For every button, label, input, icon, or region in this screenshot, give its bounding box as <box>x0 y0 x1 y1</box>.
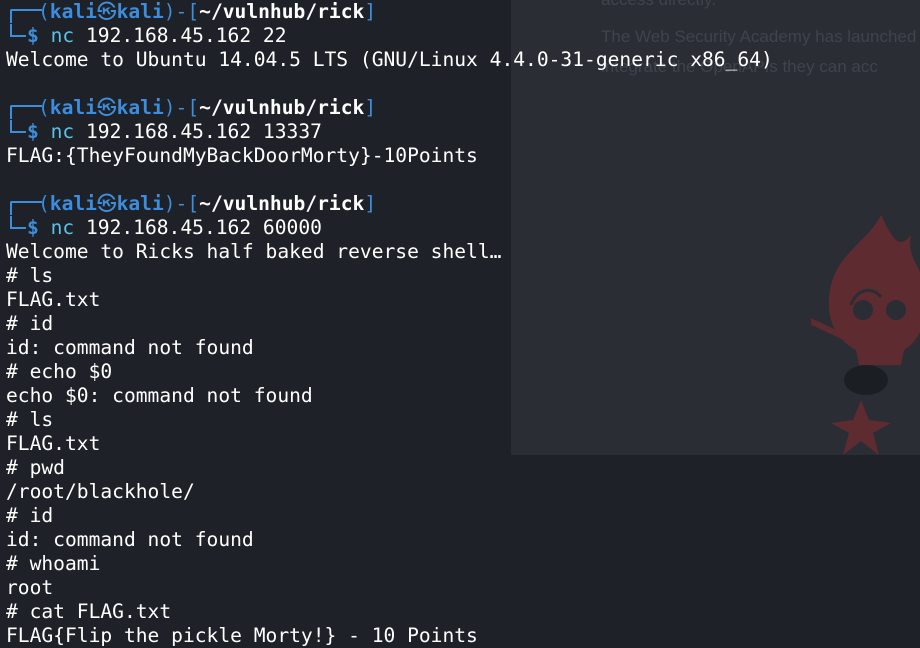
output-line: # ls <box>6 264 54 287</box>
prompt-frame-bottom <box>10 120 26 133</box>
command-line: $ nc 192.168.45.162 13337 <box>27 120 322 143</box>
command-args: 192.168.45.162 13337 <box>85 120 322 143</box>
output-line: # cat FLAG.txt <box>6 600 172 623</box>
command-args: 192.168.45.162 60000 <box>85 216 322 239</box>
output-line: # id <box>6 504 54 527</box>
command-name: nc <box>50 120 75 143</box>
output-line: FLAG{Flip the pickle Morty!} - 10 Points <box>6 624 478 647</box>
prompt-frame-bottom <box>10 24 26 37</box>
prompt-line: (kali㉿kali)-[~/vulnhub/rick] <box>38 96 377 119</box>
output-line: FLAG.txt <box>6 432 101 455</box>
command-name: nc <box>50 24 75 47</box>
output-line: # id <box>6 312 54 335</box>
command-name: nc <box>50 216 75 239</box>
command-line: $ nc 192.168.45.162 60000 <box>27 216 322 239</box>
output-line: /root/blackhole/ <box>6 480 195 503</box>
output-line: # whoami <box>6 552 101 575</box>
kali-dragon-icon: ㉿ <box>96 192 117 215</box>
output-line: FLAG.txt <box>6 288 101 311</box>
output-line: Welcome to Ricks half baked reverse shel… <box>6 240 502 263</box>
prompt-line: (kali㉿kali)-[~/vulnhub/rick] <box>38 192 377 215</box>
output-line: # echo $0 <box>6 360 113 383</box>
output-line: Welcome to Ubuntu 14.04.5 LTS (GNU/Linux… <box>6 48 773 71</box>
output-line: root <box>6 576 54 599</box>
command-line: $ nc 192.168.45.162 22 <box>27 24 287 47</box>
output-line: FLAG:{TheyFoundMyBackDoorMorty}-10Points <box>6 144 478 167</box>
output-line: # ls <box>6 408 54 431</box>
output-line: # pwd <box>6 456 65 479</box>
output-line: id: command not found <box>6 336 254 359</box>
output-line: echo $0: command not found <box>6 384 313 407</box>
terminal-output[interactable]: (kali㉿kali)-[~/vulnhub/rick] $ nc 192.16… <box>0 0 920 648</box>
prompt-line: (kali㉿kali)-[~/vulnhub/rick] <box>38 0 377 23</box>
prompt-frame-bottom <box>10 216 26 229</box>
command-args: 192.168.45.162 22 <box>85 24 287 47</box>
kali-dragon-icon: ㉿ <box>96 0 117 23</box>
output-line: id: command not found <box>6 528 254 551</box>
kali-dragon-icon: ㉿ <box>96 96 117 119</box>
